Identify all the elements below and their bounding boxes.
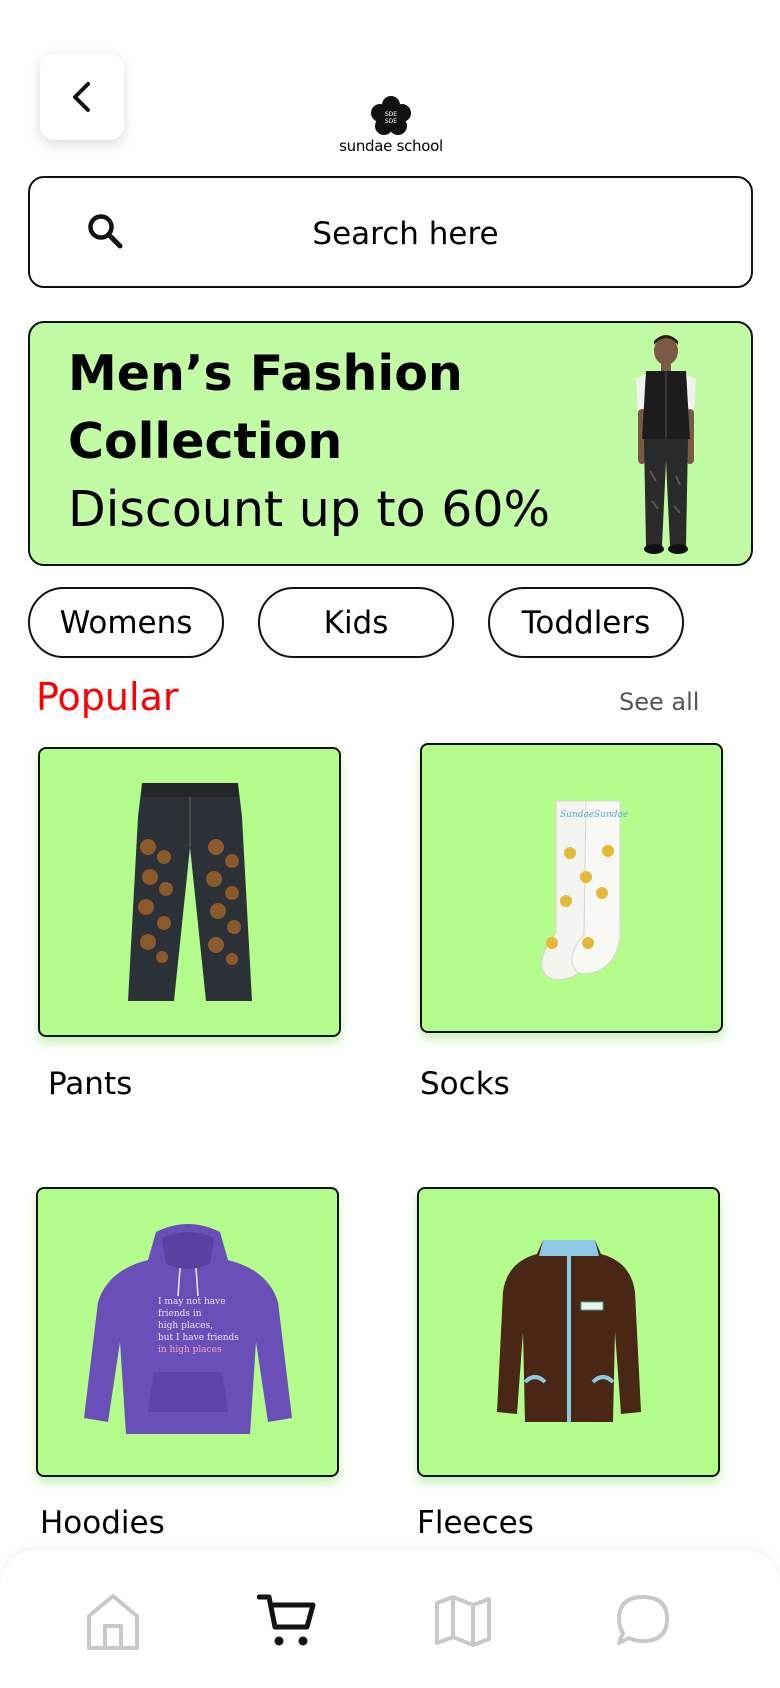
banner-title-line1: Men’s Fashion bbox=[68, 345, 463, 402]
bottom-nav bbox=[0, 1550, 780, 1688]
svg-text:friends in: friends in bbox=[158, 1309, 202, 1319]
socks-image: Sundae Sundae bbox=[540, 800, 628, 980]
model-photo bbox=[636, 335, 696, 554]
chip-toddlers[interactable]: Toddlers bbox=[488, 587, 684, 658]
svg-text:Sundae: Sundae bbox=[560, 810, 594, 820]
cart-icon bbox=[257, 1594, 316, 1646]
brand-logo: SDE SDE sundae school bbox=[336, 96, 446, 156]
svg-text:in high places: in high places bbox=[158, 1345, 222, 1355]
hoodie-image: I may not have friends in high places, b… bbox=[83, 1224, 292, 1434]
product-label-socks: Socks bbox=[420, 1066, 510, 1102]
svg-text:SDE: SDE bbox=[385, 118, 397, 125]
nav-map[interactable] bbox=[428, 1586, 498, 1656]
back-button[interactable] bbox=[40, 54, 124, 140]
chat-icon bbox=[617, 1595, 669, 1645]
section-title-popular: Popular bbox=[36, 675, 179, 719]
product-card-socks[interactable]: Sundae Sundae bbox=[420, 743, 723, 1033]
nav-home[interactable] bbox=[78, 1586, 148, 1656]
product-card-hoodies[interactable]: I may not have friends in high places, b… bbox=[36, 1187, 339, 1477]
product-label-pants: Pants bbox=[48, 1066, 133, 1102]
see-all-link[interactable]: See all bbox=[619, 688, 699, 716]
chevron-left-icon bbox=[73, 82, 90, 112]
map-icon bbox=[435, 1595, 491, 1647]
svg-text:SDE: SDE bbox=[385, 111, 397, 118]
svg-text:I may not have: I may not have bbox=[158, 1297, 226, 1307]
product-label-fleeces: Fleeces bbox=[417, 1505, 534, 1541]
home-icon bbox=[87, 1594, 139, 1650]
banner-title-line2: Collection bbox=[68, 413, 343, 470]
svg-text:Sundae: Sundae bbox=[594, 810, 628, 820]
svg-text:high places,: high places, bbox=[158, 1321, 213, 1331]
nav-cart[interactable] bbox=[252, 1586, 322, 1656]
chip-kids[interactable]: Kids bbox=[258, 587, 454, 658]
fleece-image bbox=[496, 1240, 641, 1422]
product-card-fleeces[interactable] bbox=[417, 1187, 720, 1477]
svg-text:but I have friends: but I have friends bbox=[158, 1333, 239, 1343]
search-input[interactable]: Search here bbox=[28, 176, 753, 288]
pants-image bbox=[127, 783, 252, 1001]
product-card-pants[interactable] bbox=[38, 747, 341, 1037]
search-placeholder: Search here bbox=[312, 216, 499, 252]
product-label-hoodies: Hoodies bbox=[40, 1505, 165, 1541]
chip-womens[interactable]: Womens bbox=[28, 587, 224, 658]
promo-banner[interactable]: Men’s Fashion Collection Discount up to … bbox=[28, 321, 753, 566]
flower-logo-icon: SDE SDE bbox=[371, 96, 411, 135]
nav-chat[interactable] bbox=[608, 1586, 678, 1656]
banner-discount: Discount up to 60% bbox=[68, 481, 551, 538]
brand-name: sundae school bbox=[339, 137, 443, 155]
